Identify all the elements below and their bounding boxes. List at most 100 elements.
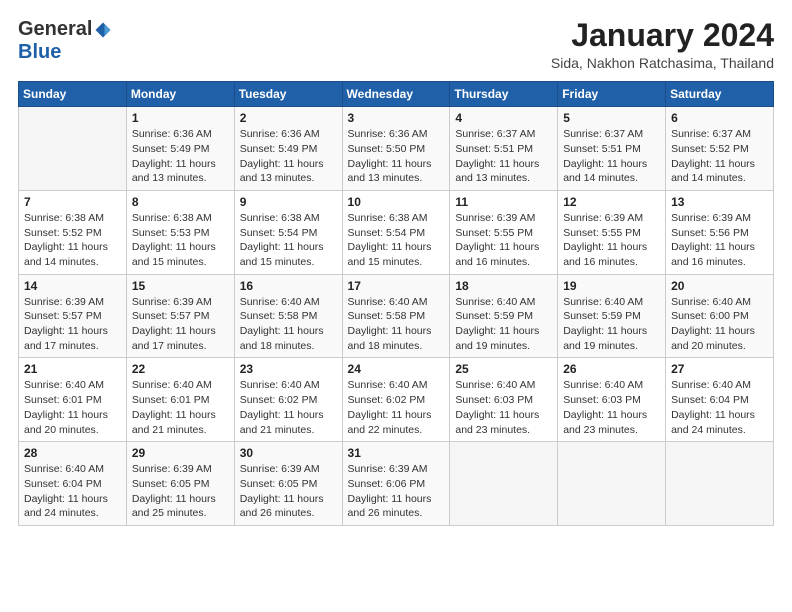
day-info: Sunrise: 6:40 AM Sunset: 6:01 PM Dayligh…	[132, 378, 229, 437]
calendar-cell: 26 Sunrise: 6:40 AM Sunset: 6:03 PM Dayli…	[558, 358, 666, 442]
day-number: 13	[671, 195, 768, 209]
day-info: Sunrise: 6:40 AM Sunset: 6:04 PM Dayligh…	[671, 378, 768, 437]
day-number: 9	[240, 195, 337, 209]
day-info: Sunrise: 6:40 AM Sunset: 6:00 PM Dayligh…	[671, 295, 768, 354]
calendar-cell: 6 Sunrise: 6:37 AM Sunset: 5:52 PM Daylig…	[666, 107, 774, 191]
calendar-cell: 13 Sunrise: 6:39 AM Sunset: 5:56 PM Dayli…	[666, 190, 774, 274]
title-block: January 2024 Sida, Nakhon Ratchasima, Th…	[551, 18, 774, 71]
day-info: Sunrise: 6:36 AM Sunset: 5:49 PM Dayligh…	[240, 127, 337, 186]
day-number: 12	[563, 195, 660, 209]
calendar-week-4: 21 Sunrise: 6:40 AM Sunset: 6:01 PM Dayli…	[19, 358, 774, 442]
day-number: 18	[455, 279, 552, 293]
calendar-header: SundayMondayTuesdayWednesdayThursdayFrid…	[19, 82, 774, 107]
calendar-cell: 20Sunrise: 6:40 AM Sunset: 6:00 PM Dayli…	[666, 274, 774, 358]
calendar-cell: 19 Sunrise: 6:40 AM Sunset: 5:59 PM Dayli…	[558, 274, 666, 358]
day-info: Sunrise: 6:40 AM Sunset: 5:58 PM Dayligh…	[348, 295, 445, 354]
weekday-header-monday: Monday	[126, 82, 234, 107]
day-info: Sunrise: 6:37 AM Sunset: 5:51 PM Dayligh…	[455, 127, 552, 186]
weekday-header-friday: Friday	[558, 82, 666, 107]
calendar-cell	[19, 107, 127, 191]
calendar-cell: 15Sunrise: 6:39 AM Sunset: 5:57 PM Dayli…	[126, 274, 234, 358]
day-info: Sunrise: 6:38 AM Sunset: 5:54 PM Dayligh…	[348, 211, 445, 270]
calendar: SundayMondayTuesdayWednesdayThursdayFrid…	[18, 81, 774, 526]
day-number: 15	[132, 279, 229, 293]
calendar-cell: 31 Sunrise: 6:39 AM Sunset: 6:06 PM Dayli…	[342, 442, 450, 526]
weekday-row: SundayMondayTuesdayWednesdayThursdayFrid…	[19, 82, 774, 107]
day-info: Sunrise: 6:40 AM Sunset: 5:58 PM Dayligh…	[240, 295, 337, 354]
calendar-cell: 12Sunrise: 6:39 AM Sunset: 5:55 PM Dayli…	[558, 190, 666, 274]
day-info: Sunrise: 6:38 AM Sunset: 5:52 PM Dayligh…	[24, 211, 121, 270]
weekday-header-tuesday: Tuesday	[234, 82, 342, 107]
logo-icon	[94, 21, 112, 39]
day-number: 26	[563, 362, 660, 376]
calendar-cell: 18 Sunrise: 6:40 AM Sunset: 5:59 PM Dayli…	[450, 274, 558, 358]
day-info: Sunrise: 6:39 AM Sunset: 5:56 PM Dayligh…	[671, 211, 768, 270]
calendar-cell: 4 Sunrise: 6:37 AM Sunset: 5:51 PM Daylig…	[450, 107, 558, 191]
calendar-cell: 11 Sunrise: 6:39 AM Sunset: 5:55 PM Dayli…	[450, 190, 558, 274]
calendar-cell: 23Sunrise: 6:40 AM Sunset: 6:02 PM Dayli…	[234, 358, 342, 442]
calendar-body: 1Sunrise: 6:36 AM Sunset: 5:49 PM Daylig…	[19, 107, 774, 526]
calendar-cell	[558, 442, 666, 526]
calendar-cell: 7 Sunrise: 6:38 AM Sunset: 5:52 PM Daylig…	[19, 190, 127, 274]
calendar-week-2: 7 Sunrise: 6:38 AM Sunset: 5:52 PM Daylig…	[19, 190, 774, 274]
day-info: Sunrise: 6:36 AM Sunset: 5:50 PM Dayligh…	[348, 127, 445, 186]
day-info: Sunrise: 6:38 AM Sunset: 5:53 PM Dayligh…	[132, 211, 229, 270]
day-info: Sunrise: 6:39 AM Sunset: 6:06 PM Dayligh…	[348, 462, 445, 521]
weekday-header-saturday: Saturday	[666, 82, 774, 107]
calendar-cell: 27 Sunrise: 6:40 AM Sunset: 6:04 PM Dayli…	[666, 358, 774, 442]
logo-blue-text: Blue	[18, 41, 61, 63]
calendar-cell: 3 Sunrise: 6:36 AM Sunset: 5:50 PM Daylig…	[342, 107, 450, 191]
calendar-cell	[666, 442, 774, 526]
calendar-cell: 16Sunrise: 6:40 AM Sunset: 5:58 PM Dayli…	[234, 274, 342, 358]
day-number: 7	[24, 195, 121, 209]
day-number: 19	[563, 279, 660, 293]
calendar-cell: 17 Sunrise: 6:40 AM Sunset: 5:58 PM Dayli…	[342, 274, 450, 358]
day-info: Sunrise: 6:40 AM Sunset: 6:02 PM Dayligh…	[348, 378, 445, 437]
day-info: Sunrise: 6:40 AM Sunset: 6:03 PM Dayligh…	[455, 378, 552, 437]
calendar-cell: 1Sunrise: 6:36 AM Sunset: 5:49 PM Daylig…	[126, 107, 234, 191]
day-number: 5	[563, 111, 660, 125]
day-number: 3	[348, 111, 445, 125]
day-info: Sunrise: 6:40 AM Sunset: 6:02 PM Dayligh…	[240, 378, 337, 437]
day-info: Sunrise: 6:38 AM Sunset: 5:54 PM Dayligh…	[240, 211, 337, 270]
day-info: Sunrise: 6:39 AM Sunset: 6:05 PM Dayligh…	[240, 462, 337, 521]
day-number: 10	[348, 195, 445, 209]
calendar-cell: 14 Sunrise: 6:39 AM Sunset: 5:57 PM Dayli…	[19, 274, 127, 358]
day-number: 31	[348, 446, 445, 460]
day-info: Sunrise: 6:37 AM Sunset: 5:52 PM Dayligh…	[671, 127, 768, 186]
calendar-cell: 28Sunrise: 6:40 AM Sunset: 6:04 PM Dayli…	[19, 442, 127, 526]
day-info: Sunrise: 6:39 AM Sunset: 5:57 PM Dayligh…	[24, 295, 121, 354]
day-number: 22	[132, 362, 229, 376]
header: General Blue January 2024 Sida, Nakhon R…	[18, 18, 774, 71]
calendar-cell: 8 Sunrise: 6:38 AM Sunset: 5:53 PM Daylig…	[126, 190, 234, 274]
day-number: 6	[671, 111, 768, 125]
day-info: Sunrise: 6:40 AM Sunset: 5:59 PM Dayligh…	[455, 295, 552, 354]
day-number: 30	[240, 446, 337, 460]
day-number: 28	[24, 446, 121, 460]
weekday-header-wednesday: Wednesday	[342, 82, 450, 107]
day-info: Sunrise: 6:40 AM Sunset: 6:01 PM Dayligh…	[24, 378, 121, 437]
calendar-week-3: 14 Sunrise: 6:39 AM Sunset: 5:57 PM Dayli…	[19, 274, 774, 358]
day-info: Sunrise: 6:40 AM Sunset: 6:03 PM Dayligh…	[563, 378, 660, 437]
calendar-cell	[450, 442, 558, 526]
weekday-header-thursday: Thursday	[450, 82, 558, 107]
day-number: 8	[132, 195, 229, 209]
logo: General Blue	[18, 18, 112, 64]
day-number: 21	[24, 362, 121, 376]
calendar-week-1: 1Sunrise: 6:36 AM Sunset: 5:49 PM Daylig…	[19, 107, 774, 191]
day-info: Sunrise: 6:40 AM Sunset: 5:59 PM Dayligh…	[563, 295, 660, 354]
day-number: 29	[132, 446, 229, 460]
day-info: Sunrise: 6:39 AM Sunset: 5:55 PM Dayligh…	[455, 211, 552, 270]
calendar-cell: 29Sunrise: 6:39 AM Sunset: 6:05 PM Dayli…	[126, 442, 234, 526]
main-title: January 2024	[551, 18, 774, 53]
calendar-week-5: 28Sunrise: 6:40 AM Sunset: 6:04 PM Dayli…	[19, 442, 774, 526]
day-number: 11	[455, 195, 552, 209]
calendar-cell: 22 Sunrise: 6:40 AM Sunset: 6:01 PM Dayli…	[126, 358, 234, 442]
day-number: 4	[455, 111, 552, 125]
calendar-cell: 21 Sunrise: 6:40 AM Sunset: 6:01 PM Dayli…	[19, 358, 127, 442]
day-number: 27	[671, 362, 768, 376]
subtitle: Sida, Nakhon Ratchasima, Thailand	[551, 55, 774, 71]
day-number: 14	[24, 279, 121, 293]
day-number: 17	[348, 279, 445, 293]
page: General Blue January 2024 Sida, Nakhon R…	[0, 0, 792, 612]
